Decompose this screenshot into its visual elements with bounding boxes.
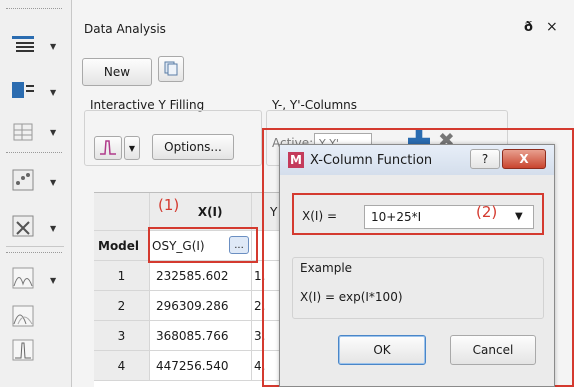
panel-title: Data Analysis	[84, 22, 166, 36]
chevron-down-icon[interactable]: ▼	[50, 178, 60, 188]
row-header[interactable]: 3	[94, 321, 150, 351]
table-cell[interactable]: 232585.602	[150, 261, 252, 291]
annotation-label-2: (2)	[476, 203, 498, 221]
example-text: X(I) = exp(I*100)	[300, 290, 403, 304]
table-icon[interactable]	[8, 118, 38, 146]
model-row-label: Model	[94, 231, 150, 261]
toolbar-grip[interactable]	[6, 152, 62, 155]
new-button[interactable]: New	[82, 58, 152, 86]
chevron-down-icon[interactable]: ▼	[50, 224, 60, 234]
scatter-icon[interactable]	[8, 166, 38, 194]
formula-combo[interactable]: 10+25*I ▼	[364, 205, 534, 229]
peak-style-button[interactable]	[94, 136, 122, 160]
annotation-label-1: (1)	[158, 196, 180, 214]
row-header[interactable]: 4	[94, 351, 150, 381]
close-icon[interactable]: ×	[546, 19, 558, 35]
app-logo-icon: M	[288, 152, 304, 168]
annotation-box-1	[148, 227, 258, 263]
chevron-down-icon[interactable]: ▼	[50, 88, 60, 98]
help-button[interactable]: ?	[470, 149, 500, 169]
chevron-down-icon[interactable]: ▼	[50, 42, 60, 52]
copy-button[interactable]	[158, 56, 184, 82]
restore-icon[interactable]: ð	[524, 20, 533, 35]
x-column-function-dialog: M X-Column Function ? X X(I) = 10+25*I ▼…	[279, 144, 555, 387]
example-label: Example	[300, 261, 353, 275]
table-cell[interactable]: 368085.766	[150, 321, 252, 351]
table-cell[interactable]: 296309.286	[150, 291, 252, 321]
cancel-button[interactable]: Cancel	[450, 335, 536, 365]
corner-cell[interactable]	[94, 193, 150, 231]
copy-icon	[163, 60, 179, 79]
options-button[interactable]: Options...	[152, 134, 234, 160]
ok-button[interactable]: OK	[338, 335, 426, 365]
list-icon[interactable]	[8, 30, 38, 58]
chevron-down-icon[interactable]: ▼	[50, 128, 60, 138]
peak-fit-icon[interactable]	[8, 302, 38, 330]
table-cell[interactable]: 447256.540	[150, 351, 252, 381]
toolbar-grip[interactable]	[6, 8, 62, 11]
chevron-down-icon[interactable]: ▼	[50, 276, 60, 286]
chevron-down-icon[interactable]: ▼	[515, 211, 523, 222]
chevron-down-icon[interactable]: ▼	[124, 136, 140, 160]
x-column-name: X(I)	[197, 204, 223, 219]
delete-data-icon[interactable]	[8, 212, 38, 240]
left-toolbar: ▼ ▼ ▼ ▼ ▼ ▼	[0, 0, 72, 387]
peak-icon	[99, 139, 117, 158]
x-formula-label: X(I) =	[302, 209, 337, 223]
row-header[interactable]: 2	[94, 291, 150, 321]
row-header[interactable]: 1	[94, 261, 150, 291]
dialog-title: X-Column Function	[310, 153, 433, 168]
toolbar-grip[interactable]	[6, 252, 62, 255]
single-peak-icon[interactable]	[8, 336, 38, 364]
close-button[interactable]: X	[502, 149, 546, 169]
columns-icon[interactable]	[8, 76, 38, 104]
peaks-icon[interactable]	[8, 264, 38, 292]
formula-input[interactable]: 10+25*I	[371, 210, 421, 224]
